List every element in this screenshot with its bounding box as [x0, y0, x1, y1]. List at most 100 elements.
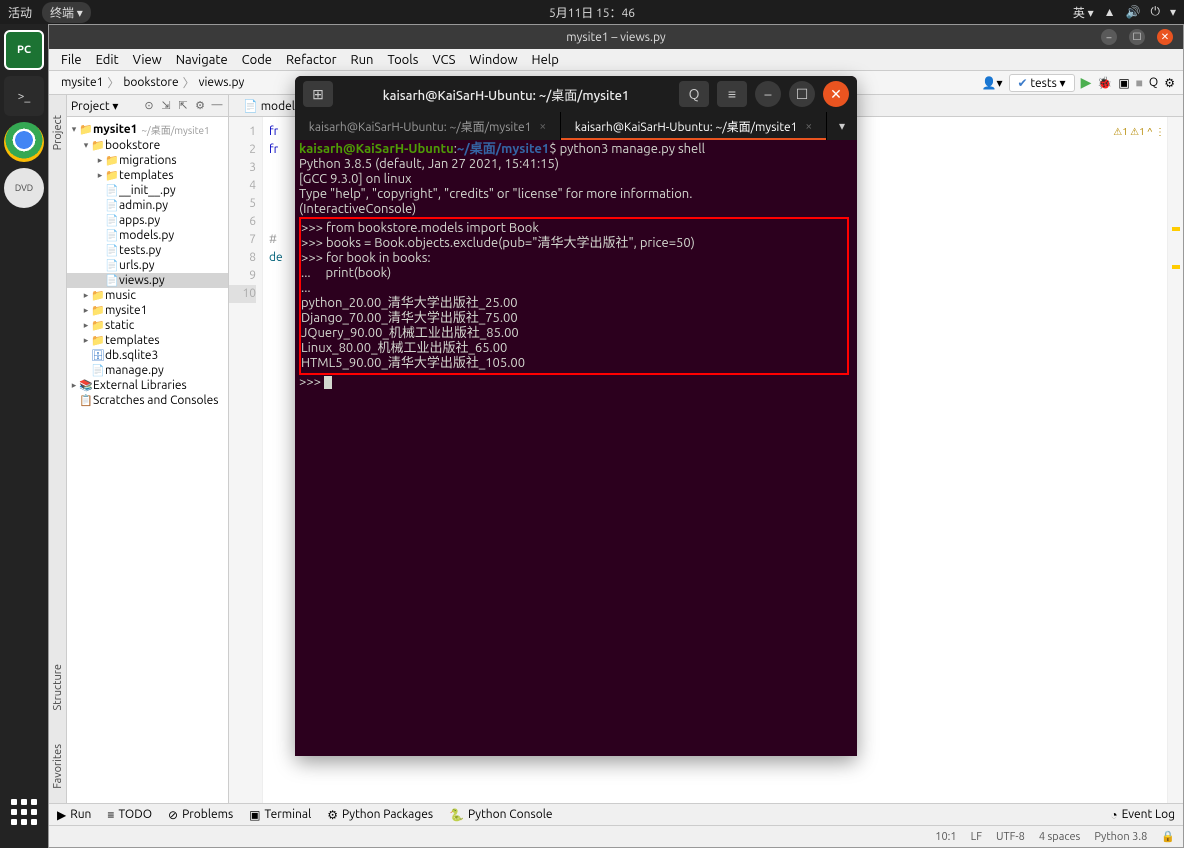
terminal-tab-1[interactable]: kaisarh@KaiSarH-Ubuntu: ~/桌面/mysite1× [295, 112, 561, 140]
power-icon[interactable]: ⏻ [1150, 5, 1160, 19]
tab-structure[interactable]: Structure [50, 650, 66, 725]
search-everywhere-icon[interactable]: Q [1149, 76, 1158, 89]
user-menu-icon[interactable]: 👤▾ [982, 76, 1003, 90]
tab-project[interactable]: Project [50, 101, 66, 164]
hamburger-menu-icon[interactable]: ≡ [717, 81, 747, 107]
tab-python-packages[interactable]: ⚙ Python Packages [327, 808, 433, 822]
dock-show-apps-icon[interactable] [4, 792, 44, 832]
tab-dropdown-icon[interactable]: ▾ [827, 112, 857, 140]
tab-close-icon[interactable]: × [539, 120, 546, 133]
ide-statusbar: 10:1 LF UTF-8 4 spaces Python 3.8 🔒 [49, 825, 1183, 847]
select-opened-icon[interactable]: ⊙ [142, 99, 156, 113]
tree-bookstore[interactable]: ▾📁bookstore [67, 138, 228, 153]
warning-marker-icon[interactable] [1172, 265, 1180, 269]
menu-tools[interactable]: Tools [381, 51, 424, 69]
tree-tests[interactable]: 📄tests.py [67, 243, 228, 258]
tab-run[interactable]: ▶ Run [57, 808, 91, 822]
menu-window[interactable]: Window [463, 51, 523, 69]
dock: PC >_ DVD [0, 24, 48, 848]
close-icon[interactable]: ✕ [823, 81, 849, 107]
editor-right-gutter [1167, 117, 1183, 803]
current-app-indicator[interactable]: 终端 ▾ [42, 2, 91, 23]
project-panel-header: Project ▾ ⊙ ⇲ ⇱ ⚙ — [67, 95, 228, 117]
tree-mysite1[interactable]: ▸📁mysite1 [67, 303, 228, 318]
stop-icon[interactable]: ■ [1136, 76, 1143, 90]
tree-music[interactable]: ▸📁music [67, 288, 228, 303]
dock-terminal-icon[interactable]: >_ [4, 76, 44, 116]
menu-help[interactable]: Help [526, 51, 565, 69]
line-ending[interactable]: LF [971, 831, 982, 843]
hide-icon[interactable]: — [210, 99, 224, 113]
tree-db[interactable]: 🗄db.sqlite3 [67, 348, 228, 363]
minimize-icon[interactable]: – [1101, 29, 1117, 45]
tree-init[interactable]: 📄__init__.py [67, 183, 228, 198]
tree-migrations[interactable]: ▸📁migrations [67, 153, 228, 168]
settings-icon[interactable]: ⚙ [193, 99, 207, 113]
tab-todo[interactable]: ≡ TODO [107, 808, 152, 822]
tab-favorites[interactable]: Favorites [50, 730, 66, 803]
maximize-icon[interactable]: ☐ [1129, 29, 1145, 45]
clock[interactable]: 5月11日 15：46 [549, 4, 635, 21]
debug-button-icon[interactable]: 🐞 [1097, 76, 1112, 90]
tree-scratches[interactable]: 📋Scratches and Consoles [67, 393, 228, 408]
dock-dvd-icon[interactable]: DVD [4, 168, 44, 208]
input-method-indicator[interactable]: 英 ▾ [1073, 4, 1094, 21]
lock-icon[interactable]: 🔒 [1161, 830, 1175, 843]
new-tab-icon[interactable]: ⊞ [303, 81, 333, 107]
tab-python-console[interactable]: 🐍 Python Console [449, 808, 552, 822]
tree-root[interactable]: ▾📁mysite1~/桌面/mysite1 [67, 121, 228, 138]
panel-title[interactable]: Project ▾ [71, 99, 118, 113]
menu-file[interactable]: File [55, 51, 88, 69]
tree-urls[interactable]: 📄urls.py [67, 258, 228, 273]
expand-all-icon[interactable]: ⇲ [159, 99, 173, 113]
menu-vcs[interactable]: VCS [426, 51, 461, 69]
menu-refactor[interactable]: Refactor [280, 51, 343, 69]
dock-pycharm-icon[interactable]: PC [4, 30, 44, 70]
tree-ext-libs[interactable]: ▸📚External Libraries [67, 378, 228, 393]
menu-edit[interactable]: Edit [90, 51, 125, 69]
tab-close-icon[interactable]: × [805, 120, 812, 133]
menu-navigate[interactable]: Navigate [170, 51, 234, 69]
volume-icon[interactable]: 🔊 [1126, 5, 1141, 19]
menu-code[interactable]: Code [236, 51, 278, 69]
interpreter[interactable]: Python 3.8 [1094, 831, 1147, 843]
settings-gear-icon[interactable]: ⚙ [1164, 76, 1175, 90]
tree-templates[interactable]: ▸📁templates [67, 168, 228, 183]
network-icon[interactable]: ▲ [1104, 5, 1116, 19]
breadcrumb-root[interactable]: mysite1 [57, 76, 107, 89]
indent[interactable]: 4 spaces [1039, 831, 1081, 843]
maximize-icon[interactable]: ☐ [789, 81, 815, 107]
tree-manage[interactable]: 📄manage.py [67, 363, 228, 378]
minimize-icon[interactable]: – [755, 81, 781, 107]
event-log[interactable]: ◔ Event Log [1110, 808, 1175, 822]
tree-apps[interactable]: 📄apps.py [67, 213, 228, 228]
tab-problems[interactable]: ⊘ Problems [168, 808, 233, 822]
dock-chrome-icon[interactable] [4, 122, 44, 162]
tree-static[interactable]: ▸📁static [67, 318, 228, 333]
inspection-summary[interactable]: ⚠1 ⚠1 ^ ⋮ [1113, 123, 1165, 141]
encoding[interactable]: UTF-8 [996, 831, 1025, 843]
tree-admin[interactable]: 📄admin.py [67, 198, 228, 213]
terminal-output[interactable]: kaisarh@KaiSarH-Ubuntu:~/桌面/mysite1$ pyt… [295, 140, 857, 756]
warning-marker-icon[interactable] [1172, 227, 1180, 231]
close-icon[interactable]: ✕ [1157, 29, 1173, 45]
search-icon[interactable]: Q [679, 81, 709, 107]
breadcrumb-file[interactable]: views.py [195, 76, 249, 89]
breadcrumb-folder[interactable]: bookstore [119, 76, 182, 89]
run-button-icon[interactable]: ▶ [1081, 74, 1092, 91]
menu-run[interactable]: Run [345, 51, 380, 69]
collapse-all-icon[interactable]: ⇱ [176, 99, 190, 113]
coverage-icon[interactable]: ▣ [1118, 76, 1129, 90]
tree-views[interactable]: 📄views.py [67, 273, 228, 288]
tree-templates2[interactable]: ▸📁templates [67, 333, 228, 348]
cursor-position[interactable]: 10:1 [935, 831, 956, 843]
terminal-tab-2[interactable]: kaisarh@KaiSarH-Ubuntu: ~/桌面/mysite1× [561, 112, 827, 140]
run-config-selector[interactable]: ✔ tests ▾ [1009, 74, 1075, 92]
terminal-tabs: kaisarh@KaiSarH-Ubuntu: ~/桌面/mysite1× ka… [295, 112, 857, 140]
tab-terminal[interactable]: ▣ Terminal [249, 808, 311, 822]
system-menu-caret[interactable]: ▾ [1170, 5, 1176, 19]
tree-models[interactable]: 📄models.py [67, 228, 228, 243]
menu-view[interactable]: View [127, 51, 168, 69]
activities-button[interactable]: 活动 [8, 4, 32, 21]
breadcrumb-sep-icon: 〉 [107, 74, 119, 91]
